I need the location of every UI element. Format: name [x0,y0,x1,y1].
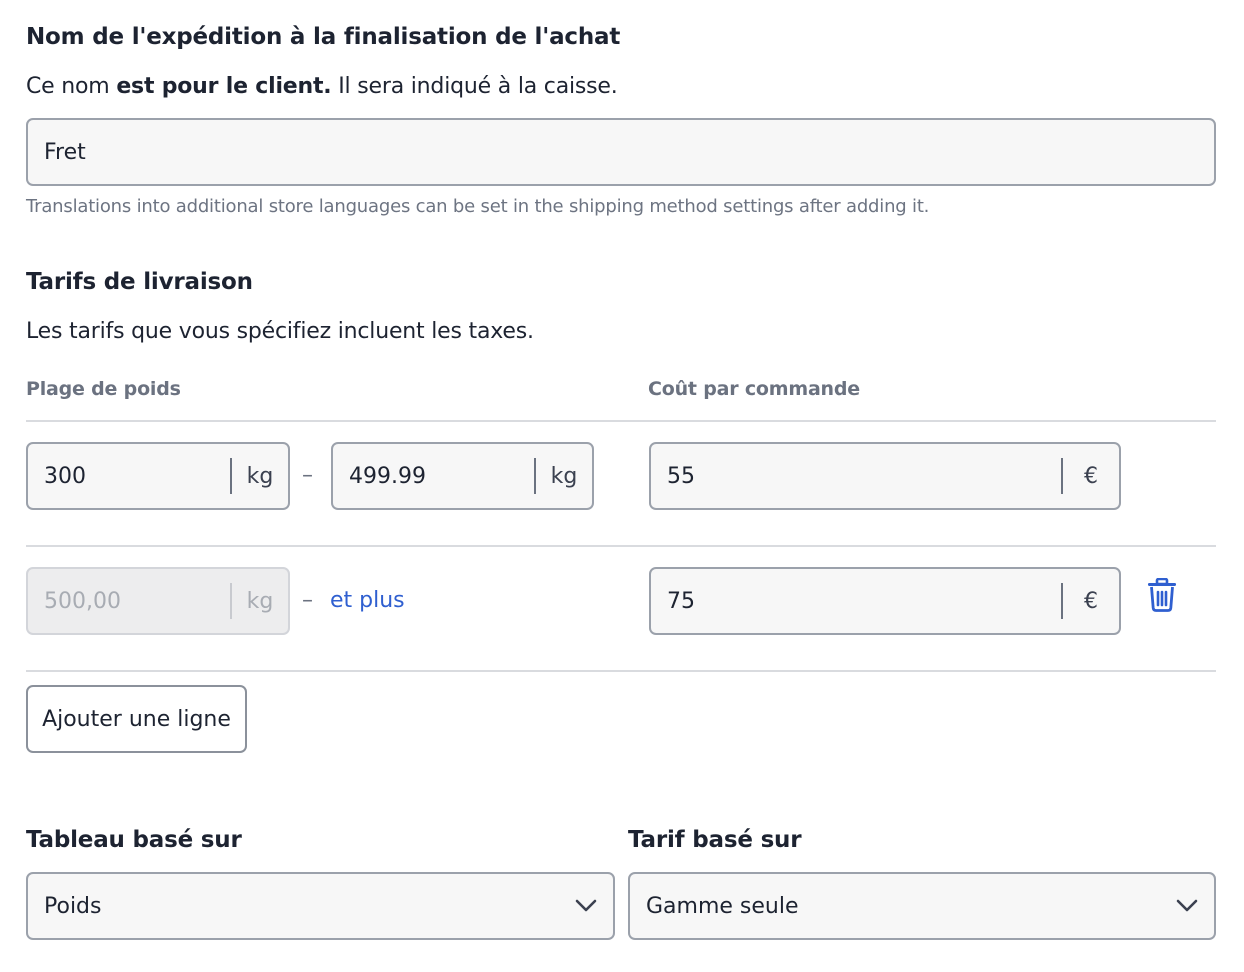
and-more-link[interactable]: et plus [330,588,405,613]
checkout-name-input[interactable]: Fret [26,118,1216,186]
table-based-value: Poids [44,893,102,919]
cost-value: 75 [667,588,695,614]
chevron-down-icon [575,899,597,912]
rate-based-label: Tarif basé sur [628,827,802,853]
table-based-label: Tableau basé sur [26,827,242,853]
unit-label: kg [230,583,288,619]
rates-title: Tarifs de livraison [26,269,253,295]
range-separator: – [302,588,313,613]
divider [26,545,1216,547]
divider [26,420,1216,422]
weight-to-value: 499.99 [349,463,426,489]
table-based-select[interactable]: Poids [26,872,615,940]
rates-description: Les tarifs que vous spécifiez incluent l… [26,319,534,344]
cost-input[interactable]: 75 € [649,567,1121,635]
cost-input[interactable]: 55 € [649,442,1121,510]
delete-row-button[interactable] [1146,577,1178,612]
currency-label: € [1061,458,1119,494]
weight-to-input[interactable]: 499.99 kg [331,442,594,510]
range-separator: – [302,463,313,488]
checkout-name-title: Nom de l'expédition à la finalisation de… [26,24,621,50]
add-row-button[interactable]: Ajouter une ligne [26,685,247,753]
rate-based-select[interactable]: Gamme seule [628,872,1216,940]
rate-based-value: Gamme seule [646,893,799,919]
translations-hint: Translations into additional store langu… [26,196,930,217]
description-prefix: Ce nom [26,74,117,99]
weight-from-value: 300 [44,463,86,489]
description-suffix: Il sera indiqué à la caisse. [331,74,618,99]
trash-icon [1148,577,1176,612]
weight-from-value: 500,00 [44,588,121,614]
weight-from-input-disabled: 500,00 kg [26,567,290,635]
chevron-down-icon [1176,899,1198,912]
divider [26,670,1216,672]
weight-from-input[interactable]: 300 kg [26,442,290,510]
col-weight-range: Plage de poids [26,378,181,400]
unit-label: kg [230,458,288,494]
unit-label: kg [534,458,592,494]
currency-label: € [1061,583,1119,619]
checkout-name-description: Ce nom est pour le client. Il sera indiq… [26,74,618,99]
description-bold: est pour le client. [116,74,332,99]
cost-value: 55 [667,463,695,489]
checkout-name-value: Fret [44,139,86,165]
col-cost-per-order: Coût par commande [648,378,860,400]
